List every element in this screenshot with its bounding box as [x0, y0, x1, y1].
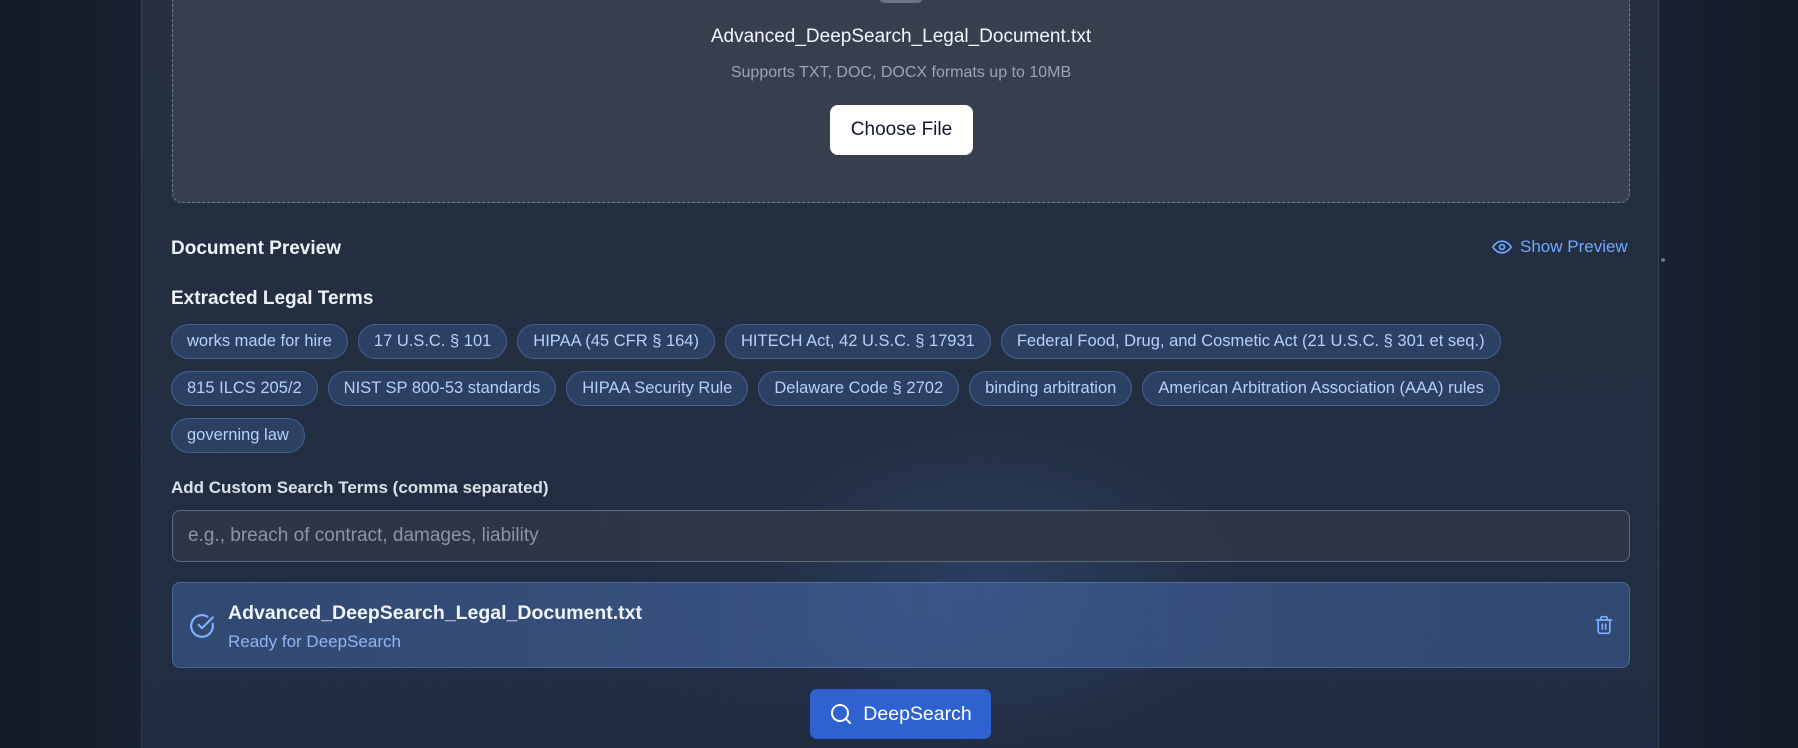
upload-icon: [879, 0, 923, 3]
trash-icon: [1594, 615, 1614, 635]
supported-formats-text: Supports TXT, DOC, DOCX formats up to 10…: [730, 64, 1072, 81]
uploaded-file-name: Advanced_DeepSearch_Legal_Document.txt: [228, 602, 642, 624]
legal-term-tag[interactable]: American Arbitration Association (AAA) r…: [1142, 371, 1500, 406]
deepsearch-label: DeepSearch: [863, 702, 972, 725]
show-preview-toggle[interactable]: Show Preview: [1492, 237, 1628, 257]
left-backdrop: [0, 0, 141, 748]
custom-search-terms-label: Add Custom Search Terms (comma separated…: [171, 478, 549, 497]
show-preview-label: Show Preview: [1520, 237, 1628, 256]
check-circle-icon: [189, 613, 215, 639]
legal-term-tag[interactable]: 17 U.S.C. § 101: [357, 324, 508, 359]
legal-term-tag[interactable]: Federal Food, Drug, and Cosmetic Act (21…: [1000, 324, 1501, 359]
legal-term-tag[interactable]: binding arbitration: [969, 371, 1133, 406]
extracted-legal-terms-title: Extracted Legal Terms: [171, 288, 374, 309]
decorative-dot: [1661, 258, 1665, 262]
legal-term-tag[interactable]: HIPAA Security Rule: [566, 371, 749, 406]
right-backdrop: [1660, 0, 1798, 748]
document-preview-title: Document Preview: [171, 238, 341, 259]
choose-file-button[interactable]: Choose File: [830, 105, 973, 155]
legal-term-tag[interactable]: 815 ILCS 205/2: [171, 371, 318, 406]
legal-term-tag[interactable]: NIST SP 800-53 standards: [327, 371, 557, 406]
file-dropzone[interactable]: Advanced_DeepSearch_Legal_Document.txt S…: [172, 0, 1630, 203]
eye-icon: [1492, 237, 1512, 257]
search-icon: [829, 702, 853, 726]
custom-search-terms-input[interactable]: [172, 510, 1630, 562]
legal-terms-list: works made for hire 17 U.S.C. § 101 HIPA…: [171, 324, 1641, 453]
legal-term-tag[interactable]: works made for hire: [171, 324, 348, 359]
uploaded-file-card: Advanced_DeepSearch_Legal_Document.txt R…: [172, 582, 1630, 668]
selected-filename: Advanced_DeepSearch_Legal_Document.txt: [710, 26, 1092, 47]
legal-term-tag[interactable]: HIPAA (45 CFR § 164): [517, 324, 715, 359]
legal-term-tag[interactable]: HITECH Act, 42 U.S.C. § 17931: [724, 324, 991, 359]
legal-term-tag[interactable]: Delaware Code § 2702: [758, 371, 960, 406]
deepsearch-button[interactable]: DeepSearch: [810, 689, 991, 739]
legal-term-tag[interactable]: governing law: [171, 418, 305, 453]
delete-file-button[interactable]: [1593, 615, 1615, 637]
uploaded-file-status: Ready for DeepSearch: [228, 632, 401, 651]
